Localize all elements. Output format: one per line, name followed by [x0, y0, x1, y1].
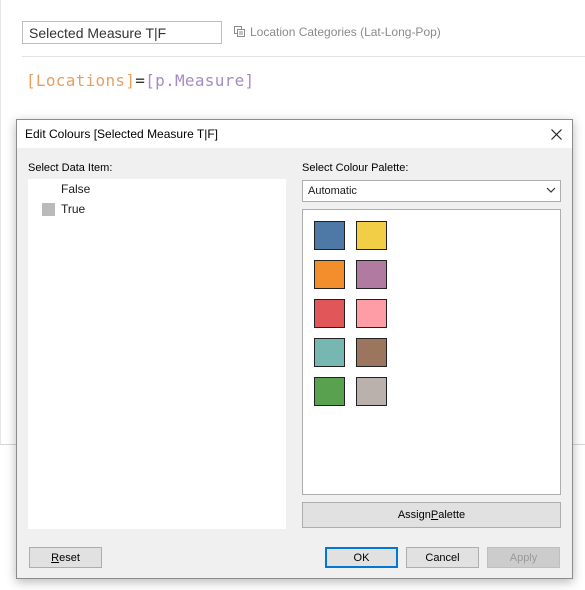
data-item-swatch [42, 202, 55, 216]
select-palette-label: Select Colour Palette: [302, 162, 409, 174]
formula-field: [Locations] [26, 71, 136, 90]
datasource-link[interactable]: Location Categories (Lat-Long-Pop) [234, 25, 441, 39]
data-item-label: False [61, 182, 91, 196]
datasource-icon [234, 26, 245, 37]
dialog-title: Edit Colours [Selected Measure T|F] [25, 127, 218, 141]
data-item-list[interactable]: False True [28, 179, 286, 529]
calculation-name-field[interactable]: Selected Measure T|F [22, 21, 222, 44]
palette-swatch[interactable] [314, 221, 345, 250]
data-item-label: True [61, 202, 86, 216]
select-data-item-label: Select Data Item: [28, 162, 113, 174]
data-item-swatch [42, 182, 55, 196]
palette-swatch[interactable] [356, 299, 387, 328]
dialog-titlebar: Edit Colours [Selected Measure T|F] [17, 120, 572, 148]
assign-palette-button[interactable]: Assign Palette [302, 502, 561, 528]
palette-dropdown-value: Automatic [308, 185, 357, 197]
formula-parameter: [p.Measure] [145, 71, 255, 90]
palette-dropdown[interactable]: Automatic [302, 180, 561, 202]
formula-operator: = [135, 71, 146, 90]
formula-text[interactable]: [Locations]=[p.Measure] [26, 71, 254, 90]
ok-button[interactable]: OK [325, 547, 398, 568]
datasource-name: Location Categories (Lat-Long-Pop) [250, 25, 441, 39]
palette-swatch-area [302, 209, 561, 495]
palette-swatch[interactable] [356, 221, 387, 250]
palette-swatch[interactable] [314, 377, 345, 406]
cancel-button[interactable]: Cancel [406, 547, 479, 568]
palette-swatch[interactable] [356, 260, 387, 289]
apply-button[interactable]: Apply [487, 547, 560, 568]
close-icon [550, 128, 562, 140]
palette-swatch[interactable] [356, 338, 387, 367]
data-item-false[interactable]: False [42, 180, 282, 198]
close-button[interactable] [540, 120, 572, 148]
palette-swatch[interactable] [314, 299, 345, 328]
edit-colours-dialog: Edit Colours [Selected Measure T|F] Sele… [16, 119, 573, 579]
editor-divider [22, 56, 585, 57]
chevron-down-icon [546, 187, 556, 193]
reset-button[interactable]: Reset [29, 547, 102, 568]
palette-swatch[interactable] [314, 260, 345, 289]
palette-swatch[interactable] [356, 377, 387, 406]
palette-swatch[interactable] [314, 338, 345, 367]
data-item-true[interactable]: True [42, 200, 282, 218]
